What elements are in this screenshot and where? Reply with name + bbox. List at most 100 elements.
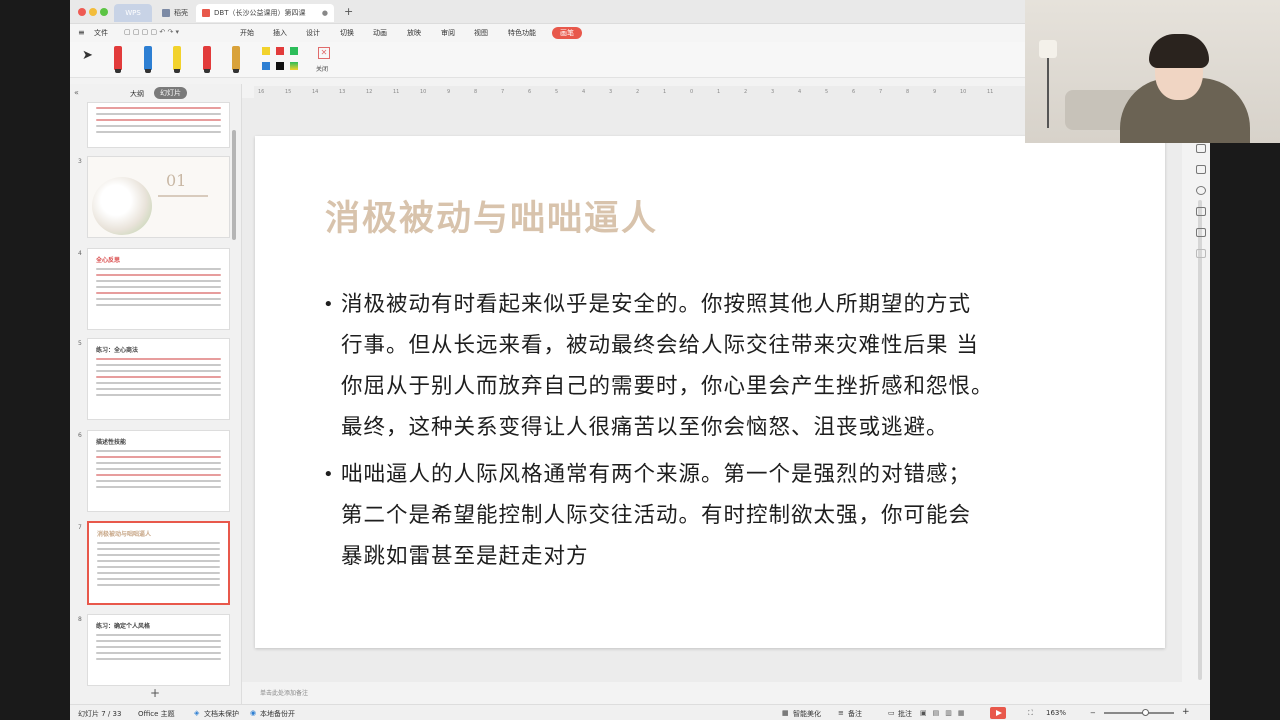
tab-docer[interactable]: 稻壳	[156, 4, 194, 22]
bullet-passive[interactable]: • 消极被动有时看起来似乎是安全的。你按照其他人所期望的方式 行事。但从长远来看…	[323, 284, 1103, 448]
close-pen-icon[interactable]: ✕	[318, 47, 330, 59]
collapse-panel-icon[interactable]: «	[74, 88, 79, 97]
ruler-tick: 3	[609, 89, 613, 95]
ruler-tick: 7	[879, 89, 883, 95]
ruler-tick: 11	[393, 89, 400, 95]
new-tab-button[interactable]: +	[344, 5, 353, 18]
ruler-tick: 4	[582, 89, 586, 95]
swatch-more[interactable]	[290, 62, 298, 70]
highlighter-yellow-icon[interactable]	[173, 46, 181, 73]
ruler-tick: 11	[987, 89, 994, 95]
pen-red-2-icon[interactable]	[203, 46, 211, 73]
menu-view[interactable]: 视图	[474, 28, 488, 38]
bullet-line: 行事。但从长远来看，被动最终会给人际交往带来灾难性后果 当	[341, 333, 979, 358]
swatch-yellow[interactable]	[262, 47, 270, 55]
swatch-green[interactable]	[290, 47, 298, 55]
slide-thumb-7[interactable]: 消极被动与咄咄逼人	[87, 521, 230, 605]
ruler-tick: 1	[717, 89, 721, 95]
ruler-tick: 2	[744, 89, 748, 95]
slide-thumb-4[interactable]: 全心反思	[87, 248, 230, 330]
zoom-slider[interactable]	[1104, 712, 1174, 714]
ruler-tick: 8	[906, 89, 910, 95]
tab-docer-label: 稻壳	[174, 9, 188, 17]
tab-wps-label: WPS	[125, 9, 141, 17]
menu-file[interactable]: 文件	[94, 28, 108, 38]
swatch-red[interactable]	[276, 47, 284, 55]
menu-features[interactable]: 特色功能	[508, 28, 536, 38]
slide-thumb-5[interactable]: 练习：全心商法	[87, 338, 230, 420]
ruler-tick: 4	[798, 89, 802, 95]
menu-pen[interactable]: 画笔	[552, 27, 582, 39]
close-window-icon[interactable]	[78, 8, 86, 16]
history-icon[interactable]	[1196, 186, 1206, 195]
tab-outline[interactable]: 大纲	[130, 89, 144, 99]
ruler-tick: 1	[663, 89, 667, 95]
pen-red-icon[interactable]	[114, 46, 122, 73]
beautify-button[interactable]: 智能美化	[793, 709, 821, 719]
swatch-blue[interactable]	[262, 62, 270, 70]
menu-slideshow[interactable]: 放映	[407, 28, 421, 38]
zoom-out-icon[interactable]: −	[1090, 709, 1096, 717]
swatch-black[interactable]	[276, 62, 284, 70]
close-tab-icon[interactable]: ●	[322, 9, 328, 17]
menu-design[interactable]: 设计	[306, 28, 320, 38]
pen-orange-icon[interactable]	[232, 46, 240, 73]
star-icon[interactable]	[1196, 207, 1206, 216]
notes-button[interactable]: 备注	[848, 709, 862, 719]
bullet-line: 你屈从于别人而放弃自己的需要时，你心里会产生挫折感和怨恨。	[341, 374, 994, 399]
hamburger-icon[interactable]: ≡	[78, 28, 85, 37]
zoom-slider-thumb[interactable]	[1142, 709, 1149, 716]
menu-animation[interactable]: 动画	[373, 28, 387, 38]
menu-insert[interactable]: 插入	[273, 28, 287, 38]
bullet-line: 咄咄逼人的人际风格通常有两个来源。第一个是强烈的对错感；	[341, 462, 972, 487]
cursor-arrow-icon[interactable]: ➤	[82, 48, 93, 63]
lock-icon[interactable]	[1196, 249, 1206, 258]
theme-name[interactable]: Office 主题	[138, 709, 175, 719]
panel-scrollbar[interactable]	[232, 130, 236, 240]
slide-thumb-3[interactable]: 01	[87, 156, 230, 238]
image-icon[interactable]	[1196, 165, 1206, 174]
edit-icon[interactable]	[1196, 144, 1206, 153]
bullet-line: 第二个是希望能控制人际交往活动。有时控制欲太强，你可能会	[341, 503, 972, 528]
add-slide-button[interactable]: +	[150, 686, 160, 700]
menu-review[interactable]: 审阅	[441, 28, 455, 38]
slide-thumb-8[interactable]: 练习：确定个人风格	[87, 614, 230, 686]
tab-slides[interactable]: 幻灯片	[154, 87, 187, 99]
fit-icon[interactable]: ⛶	[1028, 709, 1033, 718]
ruler-tick: 9	[447, 89, 451, 95]
backup-icon: ◉	[250, 709, 257, 717]
menu-transition[interactable]: 切换	[340, 28, 354, 38]
play-icon[interactable]	[990, 707, 1006, 719]
backup-status[interactable]: 本地备份开	[260, 709, 295, 719]
comments-icon: ▭	[888, 709, 895, 717]
ruler-tick: 5	[825, 89, 829, 95]
ruler-tick: 9	[933, 89, 937, 95]
close-pen-label[interactable]: 关闭	[316, 64, 328, 73]
menu-home[interactable]: 开始	[240, 28, 254, 38]
comments-button[interactable]: 批注	[898, 709, 912, 719]
ruler-tick: 0	[690, 89, 694, 95]
slide-thumb-6[interactable]: 描述性技能	[87, 430, 230, 512]
slide-number-4: 4	[78, 250, 82, 257]
slide-title[interactable]: 消极被动与咄咄逼人	[325, 190, 658, 241]
view-mode-icons[interactable]: ▣▤▥▦	[920, 709, 970, 717]
bullet-aggressive[interactable]: • 咄咄逼人的人际风格通常有两个来源。第一个是强烈的对错感； 第二个是希望能控制…	[323, 454, 1103, 577]
quick-access-icons[interactable]: ▢ ▢ ▢ ▢ ↶ ↷ ▾	[124, 28, 179, 36]
minimize-window-icon[interactable]	[89, 8, 97, 16]
ruler-tick: 5	[555, 89, 559, 95]
canvas-scrollbar[interactable]	[1198, 200, 1202, 680]
pen-blue-icon[interactable]	[144, 46, 152, 73]
tab-wps[interactable]: WPS	[114, 4, 152, 22]
share-icon[interactable]	[1196, 228, 1206, 237]
zoom-level[interactable]: 163%	[1046, 709, 1066, 717]
slide-thumb-2[interactable]	[87, 102, 230, 148]
tab-document[interactable]: DBT（长沙公益课用）第四课 ●	[196, 4, 334, 22]
doc-protect-status[interactable]: 文档未保护	[204, 709, 239, 719]
notes-placeholder[interactable]: 单击此处添加备注	[260, 688, 308, 697]
ruler-tick: 13	[339, 89, 346, 95]
zoom-in-icon[interactable]: +	[1182, 707, 1190, 717]
current-slide[interactable]: 消极被动与咄咄逼人 • 消极被动有时看起来似乎是安全的。你按照其他人所期望的方式…	[255, 136, 1165, 648]
editing-canvas: 消极被动与咄咄逼人 • 消极被动有时看起来似乎是安全的。你按照其他人所期望的方式…	[242, 98, 1182, 682]
beautify-icon: ▦	[782, 709, 789, 717]
maximize-window-icon[interactable]	[100, 8, 108, 16]
